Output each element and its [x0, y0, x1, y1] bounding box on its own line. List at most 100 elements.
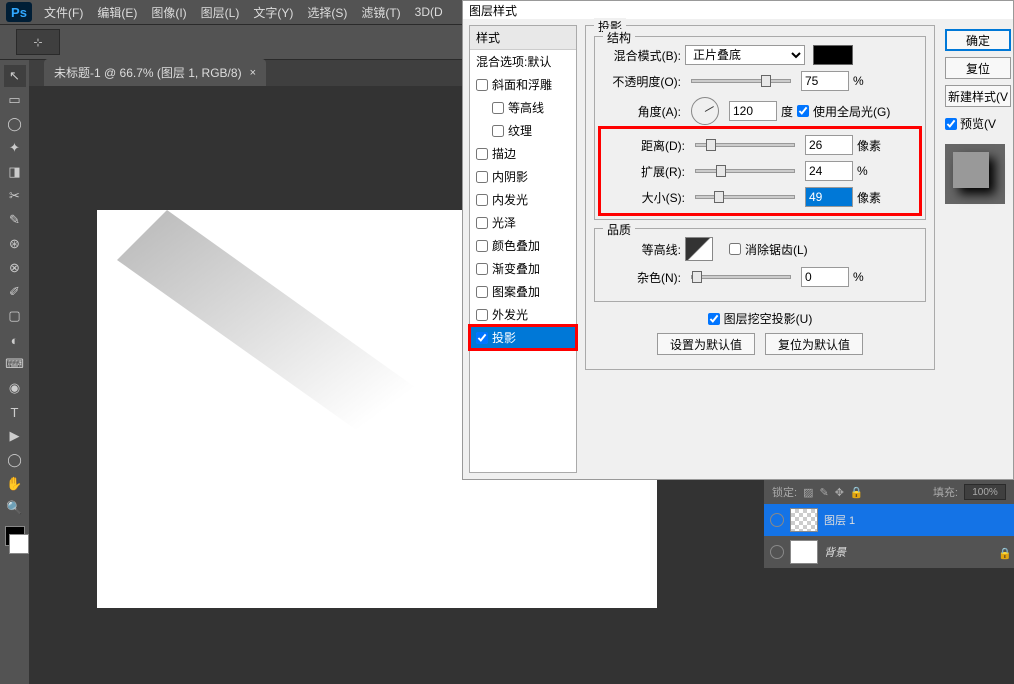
visibility-icon[interactable]: [770, 545, 784, 559]
contour-checkbox[interactable]: [492, 102, 504, 114]
tool-preset-picker[interactable]: ⊹: [16, 29, 60, 55]
heal-tool[interactable]: ✎: [4, 209, 26, 231]
eyedropper-tool[interactable]: ✂: [4, 185, 26, 207]
hand-tool[interactable]: ✋: [4, 473, 26, 495]
dodge-tool[interactable]: ◉: [4, 377, 26, 399]
style-bevel[interactable]: 斜面和浮雕: [470, 73, 576, 96]
move-tool[interactable]: ↖: [4, 65, 26, 87]
type-tool[interactable]: T: [4, 401, 26, 423]
dialog-side-buttons: 确定 复位 新建样式(V 预览(V: [943, 19, 1013, 479]
fill-value[interactable]: 100%: [964, 484, 1006, 500]
blendmode-row: 混合模式(B): 正片叠底: [603, 45, 917, 65]
contour-picker[interactable]: [685, 237, 713, 261]
noise-row: 杂色(N): %: [603, 267, 917, 287]
reset-default-button[interactable]: 复位为默认值: [765, 333, 863, 355]
shadow-color-swatch[interactable]: [813, 45, 853, 65]
outerglow-checkbox[interactable]: [476, 309, 488, 321]
menu-layer[interactable]: 图层(L): [201, 4, 240, 21]
background-color[interactable]: [9, 534, 29, 554]
spread-slider[interactable]: [695, 169, 795, 173]
stamp-tool[interactable]: ⊗: [4, 257, 26, 279]
blendmode-select[interactable]: 正片叠底: [685, 45, 805, 65]
angle-unit: 度: [781, 103, 793, 120]
style-gradientoverlay[interactable]: 渐变叠加: [470, 257, 576, 280]
distance-slider[interactable]: [695, 143, 795, 147]
global-light-checkbox[interactable]: [797, 105, 809, 117]
angle-input[interactable]: [729, 101, 777, 121]
zoom-tool[interactable]: 🔍: [4, 497, 26, 519]
noise-slider[interactable]: [691, 275, 791, 279]
global-light-label: 使用全局光(G): [813, 103, 890, 120]
lock-paint-icon[interactable]: ✎: [819, 486, 828, 499]
menu-select[interactable]: 选择(S): [307, 4, 347, 21]
preview-checkbox[interactable]: [945, 118, 957, 130]
make-default-button[interactable]: 设置为默认值: [657, 333, 755, 355]
gradientoverlay-checkbox[interactable]: [476, 263, 488, 275]
gradient-tool[interactable]: ◐: [4, 329, 26, 351]
menu-type[interactable]: 文字(Y): [253, 4, 293, 21]
path-tool[interactable]: ▶: [4, 425, 26, 447]
distance-input[interactable]: [805, 135, 853, 155]
menu-image[interactable]: 图像(I): [151, 4, 186, 21]
wand-tool[interactable]: ✦: [4, 137, 26, 159]
style-dropshadow[interactable]: 投影: [470, 326, 576, 349]
blend-options-item[interactable]: 混合选项:默认: [470, 50, 576, 73]
menu-filter[interactable]: 滤镜(T): [361, 4, 400, 21]
document-tab[interactable]: 未标题-1 @ 66.7% (图层 1, RGB/8) ×: [44, 59, 266, 86]
style-coloroverlay[interactable]: 颜色叠加: [470, 234, 576, 257]
style-texture[interactable]: 纹理: [470, 119, 576, 142]
contour-label: 等高线:: [603, 241, 681, 258]
quality-fieldset: 品质 等高线: 消除锯齿(L) 杂色(N): %: [594, 228, 926, 302]
style-satin[interactable]: 光泽: [470, 211, 576, 234]
styles-header[interactable]: 样式: [470, 26, 576, 50]
size-slider[interactable]: [695, 195, 795, 199]
lock-all-icon[interactable]: 🔒: [850, 486, 864, 499]
noise-input[interactable]: [801, 267, 849, 287]
menu-file[interactable]: 文件(F): [44, 4, 83, 21]
tools-panel: ↖ ▭ ◯ ✦ ◨ ✂ ✎ ⊛ ⊗ ✐ ▢ ◐ ⌨ ◉ T ▶ ◯ ✋ 🔍: [0, 60, 29, 684]
spread-label: 扩展(R):: [607, 163, 685, 180]
history-brush-tool[interactable]: ✐: [4, 281, 26, 303]
visibility-icon[interactable]: [770, 513, 784, 527]
brush-tool[interactable]: ⊛: [4, 233, 26, 255]
size-input[interactable]: [805, 187, 853, 207]
spread-input[interactable]: [805, 161, 853, 181]
size-label: 大小(S):: [607, 189, 685, 206]
patternoverlay-checkbox[interactable]: [476, 286, 488, 298]
layer-row-bg[interactable]: 背景 🔒: [764, 536, 1014, 568]
cancel-button[interactable]: 复位: [945, 57, 1011, 79]
ok-button[interactable]: 确定: [945, 29, 1011, 51]
angle-dial[interactable]: [691, 97, 719, 125]
layer-row-1[interactable]: 图层 1: [764, 504, 1014, 536]
blur-tool[interactable]: ⌨: [4, 353, 26, 375]
knockout-checkbox[interactable]: [708, 313, 720, 325]
antialias-checkbox[interactable]: [729, 243, 741, 255]
lasso-tool[interactable]: ◯: [4, 113, 26, 135]
eraser-tool[interactable]: ▢: [4, 305, 26, 327]
menu-edit[interactable]: 编辑(E): [97, 4, 137, 21]
style-stroke[interactable]: 描边: [470, 142, 576, 165]
style-innerglow[interactable]: 内发光: [470, 188, 576, 211]
style-contour[interactable]: 等高线: [470, 96, 576, 119]
style-patternoverlay[interactable]: 图案叠加: [470, 280, 576, 303]
crop-tool[interactable]: ◨: [4, 161, 26, 183]
style-innershadow[interactable]: 内阴影: [470, 165, 576, 188]
innershadow-checkbox[interactable]: [476, 171, 488, 183]
opacity-slider[interactable]: [691, 79, 791, 83]
stroke-checkbox[interactable]: [476, 148, 488, 160]
marquee-tool[interactable]: ▭: [4, 89, 26, 111]
texture-checkbox[interactable]: [492, 125, 504, 137]
bevel-checkbox[interactable]: [476, 79, 488, 91]
lock-icon[interactable]: ▨: [803, 486, 813, 499]
dropshadow-checkbox[interactable]: [476, 332, 488, 344]
style-outerglow[interactable]: 外发光: [470, 303, 576, 326]
satin-checkbox[interactable]: [476, 217, 488, 229]
opacity-input[interactable]: [801, 71, 849, 91]
menu-3d[interactable]: 3D(D: [415, 5, 443, 19]
coloroverlay-checkbox[interactable]: [476, 240, 488, 252]
innerglow-checkbox[interactable]: [476, 194, 488, 206]
new-style-button[interactable]: 新建样式(V: [945, 85, 1011, 107]
shape-tool[interactable]: ◯: [4, 449, 26, 471]
close-tab-icon[interactable]: ×: [250, 67, 256, 79]
lock-move-icon[interactable]: ✥: [835, 486, 844, 499]
